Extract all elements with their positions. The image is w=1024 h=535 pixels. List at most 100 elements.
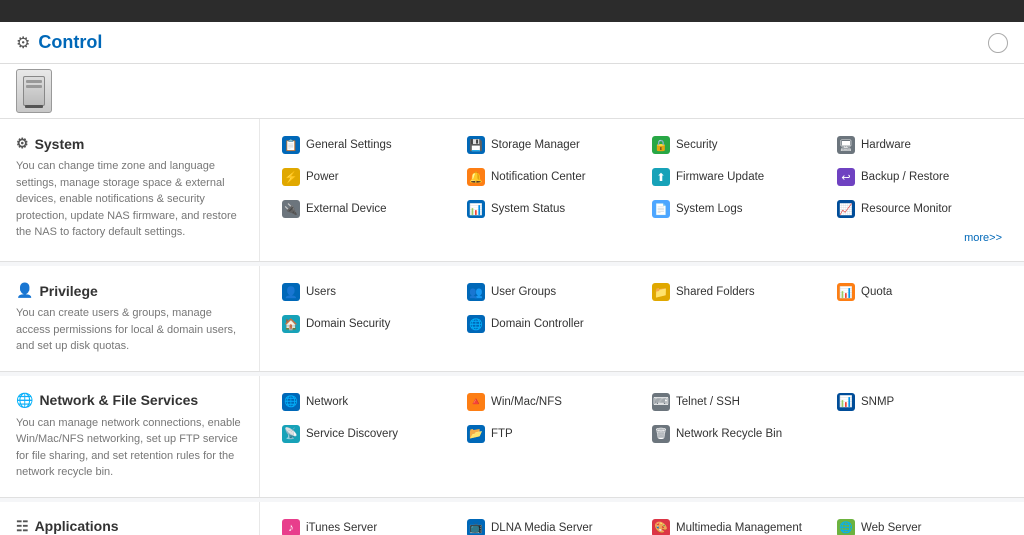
menu-item-icon-domain-controller: 🌐 [467, 315, 485, 333]
minimize-button[interactable] [960, 3, 976, 19]
menu-item-icon-backup-restore: ↩ [837, 168, 855, 186]
section-title-system: ⚙ System [16, 135, 243, 152]
menu-item-icon-quota: 📊 [837, 283, 855, 301]
menu-item-firmware-update[interactable]: ⬆Firmware Update [646, 163, 823, 191]
menu-item-icon-multimedia-management: 🎨 [652, 519, 670, 535]
menu-item-icon-domain-security: 🏠 [282, 315, 300, 333]
menu-item-shared-folders[interactable]: 📁 Shared Folders [646, 278, 823, 306]
menu-item-web-server[interactable]: 🌐Web Server [831, 514, 1008, 535]
menu-item-backup-restore[interactable]: ↩Backup / Restore [831, 163, 1008, 191]
menu-item-resource-monitor[interactable]: 📈Resource Monitor [831, 195, 1008, 223]
menu-item-system-logs[interactable]: 📄System Logs [646, 195, 823, 223]
menu-item-icon-ftp: 📂 [467, 425, 485, 443]
menu-item-domain-security[interactable]: 🏠 Domain Security [276, 310, 453, 338]
memory-row [136, 92, 140, 104]
menu-item-network[interactable]: 🌐 Network [276, 388, 453, 416]
menu-item-service-discovery[interactable]: 📡Service Discovery [276, 420, 453, 448]
menu-item-icon-power: ⚡ [282, 168, 300, 186]
menu-item-security[interactable]: 🔒Security [646, 131, 823, 159]
menu-item-icon-system-logs: 📄 [652, 200, 670, 218]
logo-text: Control [38, 32, 102, 52]
menu-item-icon-itunes-server: ♪ [282, 519, 300, 535]
menu-item-icon-general-settings: 📋 [282, 136, 300, 154]
menu-item-label-shared-folders: Shared Folders [676, 286, 755, 298]
menu-item-multimedia-management[interactable]: 🎨 Multimedia Management [646, 514, 823, 535]
menu-item-icon-user-groups: 👥 [467, 283, 485, 301]
menu-item-icon-network: 🌐 [282, 393, 300, 411]
section-system: ⚙ System You can change time zone and lang… [0, 119, 1024, 262]
menu-item-win-mac-nfs[interactable]: 🔺Win/Mac/NFS [461, 388, 638, 416]
menu-item-label-win-mac-nfs: Win/Mac/NFS [491, 396, 562, 408]
menu-item-telnet-ssh[interactable]: ⌨Telnet / SSH [646, 388, 823, 416]
section-title-network-file-services: 🌐 Network & File Services [16, 392, 243, 409]
menu-item-icon-system-status: 📊 [467, 200, 485, 218]
menu-item-quota[interactable]: 📊Quota [831, 278, 1008, 306]
menu-item-label-resource-monitor: Resource Monitor [861, 203, 952, 215]
gear-icon: ⚙ [16, 33, 30, 53]
titlebar [0, 0, 1024, 22]
menu-item-label-web-server: Web Server [861, 522, 922, 534]
menu-item-ftp[interactable]: 📂FTP [461, 420, 638, 448]
menu-item-system-status[interactable]: 📊 System Status [461, 195, 638, 223]
section-right-privilege: 👤Users 👥 User Groups 📁 Shared Folders 📊Quota 🏠… [260, 266, 1024, 371]
device-details-left [92, 78, 96, 104]
menu-item-power[interactable]: ⚡ Power [276, 163, 453, 191]
menu-item-icon-notification-center: 🔔 [467, 168, 485, 186]
section-applications: ☷ApplicationsYou can use the web server … [0, 502, 1024, 535]
menu-item-hardware[interactable]: 🖥Hardware [831, 131, 1008, 159]
menu-item-users[interactable]: 👤Users [276, 278, 453, 306]
section-icon-applications: ☷ [16, 518, 29, 535]
menu-item-dlna-media-server[interactable]: 📺DLNA Media Server [461, 514, 638, 535]
close-button[interactable] [1000, 3, 1016, 19]
menu-item-external-device[interactable]: 🔌 External Device [276, 195, 453, 223]
menu-item-icon-hardware: 🖥 [837, 136, 855, 154]
menu-item-label-network-recycle-bin: Network Recycle Bin [676, 428, 782, 440]
menu-item-label-snmp: SNMP [861, 396, 894, 408]
section-title-privilege: 👤Privilege [16, 282, 243, 299]
header: ⚙ Control [0, 22, 1024, 64]
menu-item-icon-snmp: 📊 [837, 393, 855, 411]
section-right-system: 📋General Settings 💾Storage Manager 🔒Securi… [260, 119, 1024, 261]
section-title-text-network-file-services: Network & File Services [39, 392, 198, 408]
menu-item-snmp[interactable]: 📊 SNMP [831, 388, 1008, 416]
menu-item-itunes-server[interactable]: ♪iTunes Server [276, 514, 453, 535]
menu-item-network-recycle-bin[interactable]: 🗑Network Recycle Bin [646, 420, 823, 448]
menu-item-label-network: Network [306, 396, 348, 408]
section-desc-system: You can change time zone and language se… [16, 158, 243, 241]
maximize-button[interactable] [980, 3, 996, 19]
menu-item-label-domain-controller: Domain Controller [491, 318, 584, 330]
menu-item-general-settings[interactable]: 📋General Settings [276, 131, 453, 159]
menu-item-icon-external-device: 🔌 [282, 200, 300, 218]
section-left-applications: ☷ApplicationsYou can use the web server … [0, 502, 260, 535]
menu-item-label-power: Power [306, 171, 339, 183]
menu-item-label-dlna-media-server: DLNA Media Server [491, 522, 593, 534]
section-icon-system: ⚙ [16, 135, 29, 152]
menu-item-label-multimedia-management: Multimedia Management [676, 522, 802, 534]
section-more-system[interactable]: more>> [958, 227, 1008, 249]
menu-item-icon-users: 👤 [282, 283, 300, 301]
menu-item-domain-controller[interactable]: 🌐 Domain Controller [461, 310, 638, 338]
section-icon-privilege: 👤 [16, 282, 33, 299]
help-button[interactable] [988, 33, 1008, 53]
menu-item-label-firmware-update: Firmware Update [676, 171, 764, 183]
main-content: ⚙ System You can change time zone and lang… [0, 119, 1024, 535]
device-bar [0, 64, 1024, 119]
titlebar-controls [960, 3, 1016, 19]
menu-item-label-domain-security: Domain Security [306, 318, 390, 330]
menu-item-label-user-groups: User Groups [491, 286, 556, 298]
section-privilege: 👤PrivilegeYou can create users & groups,… [0, 266, 1024, 372]
section-network-file-services: 🌐Network & File ServicesYou can manage n… [0, 376, 1024, 498]
section-left-system: ⚙ System You can change time zone and lang… [0, 119, 260, 261]
menu-item-label-service-discovery: Service Discovery [306, 428, 398, 440]
firmware-row [92, 78, 96, 90]
header-left: ⚙ Control [16, 32, 102, 53]
menu-item-icon-shared-folders: 📁 [652, 283, 670, 301]
device-details-right [136, 78, 140, 104]
section-icon-network-file-services: 🌐 [16, 392, 33, 409]
section-title-text-system: System [35, 136, 85, 152]
menu-item-notification-center[interactable]: 🔔Notification Center [461, 163, 638, 191]
menu-item-label-system-status: System Status [491, 203, 565, 215]
menu-item-storage-manager[interactable]: 💾Storage Manager [461, 131, 638, 159]
menu-item-label-external-device: External Device [306, 203, 387, 215]
menu-item-user-groups[interactable]: 👥 User Groups [461, 278, 638, 306]
